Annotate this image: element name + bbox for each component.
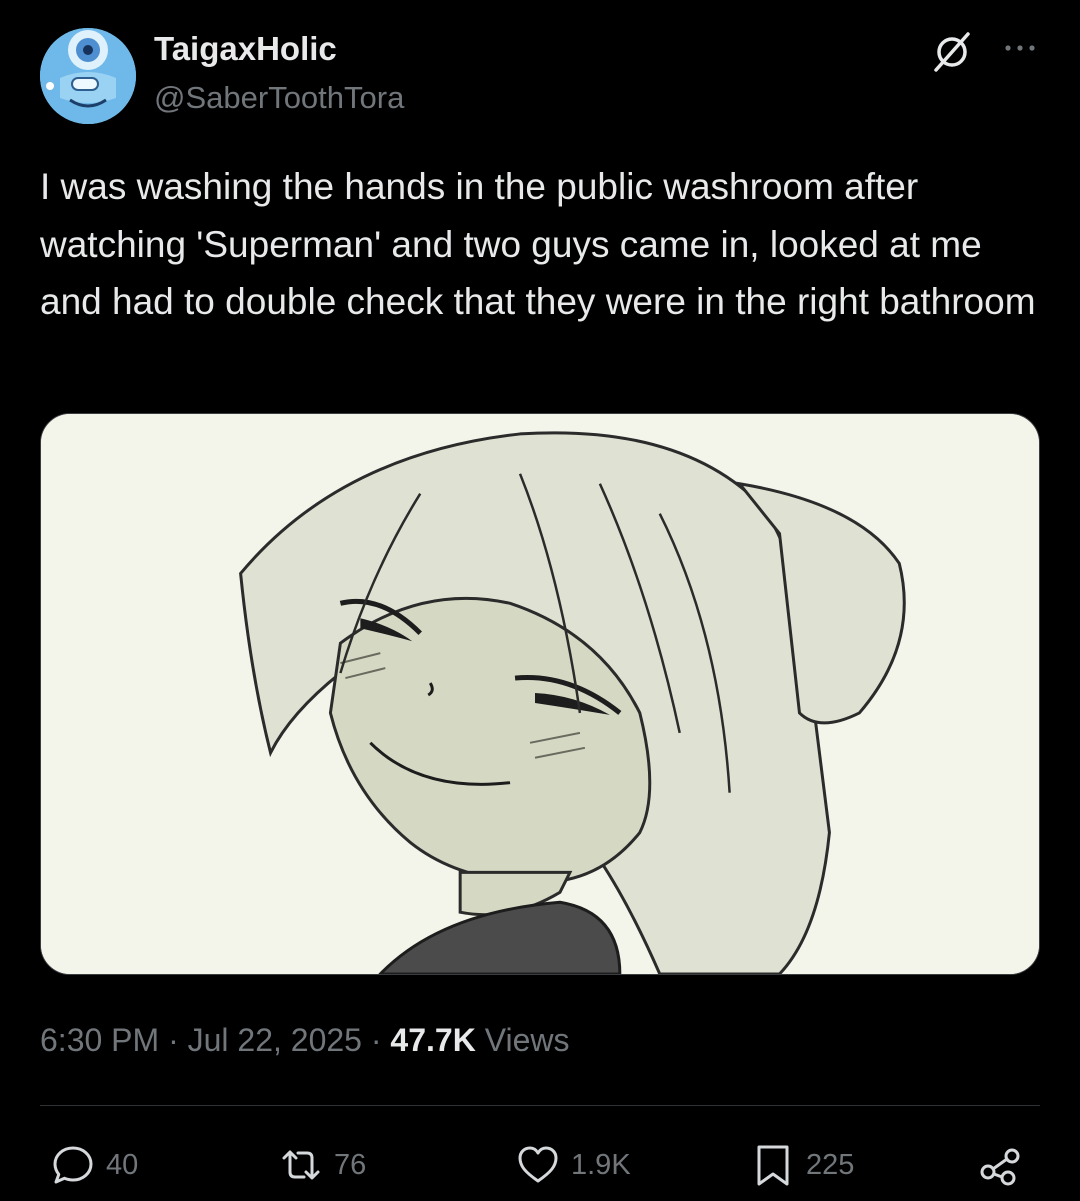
divider xyxy=(40,1105,1040,1106)
share-icon xyxy=(980,1148,1020,1186)
like-count: 1.9K xyxy=(571,1148,631,1181)
tweet-date[interactable]: Jul 22, 2025 xyxy=(188,1022,362,1058)
meta-separator: · xyxy=(168,1022,179,1058)
bookmark-button[interactable]: 225 xyxy=(750,1140,854,1190)
grok-icon[interactable] xyxy=(930,30,974,74)
reply-count: 40 xyxy=(106,1148,139,1181)
author-display-name[interactable]: TaigaxHolic xyxy=(154,30,337,68)
reply-button[interactable]: 40 xyxy=(50,1140,138,1190)
bookmark-icon xyxy=(757,1145,789,1186)
like-button[interactable]: 1.9K xyxy=(515,1140,631,1190)
views-count[interactable]: 47.7K xyxy=(390,1022,475,1058)
repost-count: 76 xyxy=(334,1148,367,1181)
tweet-meta: 6:30 PM · Jul 22, 2025 · 47.7K Views xyxy=(40,1022,569,1059)
tweet-text: I was washing the hands in the public wa… xyxy=(40,166,1036,322)
tweet-time[interactable]: 6:30 PM xyxy=(40,1022,159,1058)
bookmark-count: 225 xyxy=(806,1148,855,1181)
reply-icon xyxy=(53,1146,93,1184)
tweet-image[interactable] xyxy=(40,413,1040,975)
repost-button[interactable]: 76 xyxy=(278,1140,366,1190)
share-button[interactable] xyxy=(978,1140,1034,1190)
repost-icon xyxy=(282,1150,320,1180)
avatar[interactable] xyxy=(40,28,136,124)
more-icon[interactable] xyxy=(1000,36,1040,60)
author-handle[interactable]: @SaberToothTora xyxy=(154,80,404,116)
views-label: Views xyxy=(484,1022,570,1058)
meta-separator: · xyxy=(370,1022,382,1058)
like-icon xyxy=(518,1146,558,1183)
